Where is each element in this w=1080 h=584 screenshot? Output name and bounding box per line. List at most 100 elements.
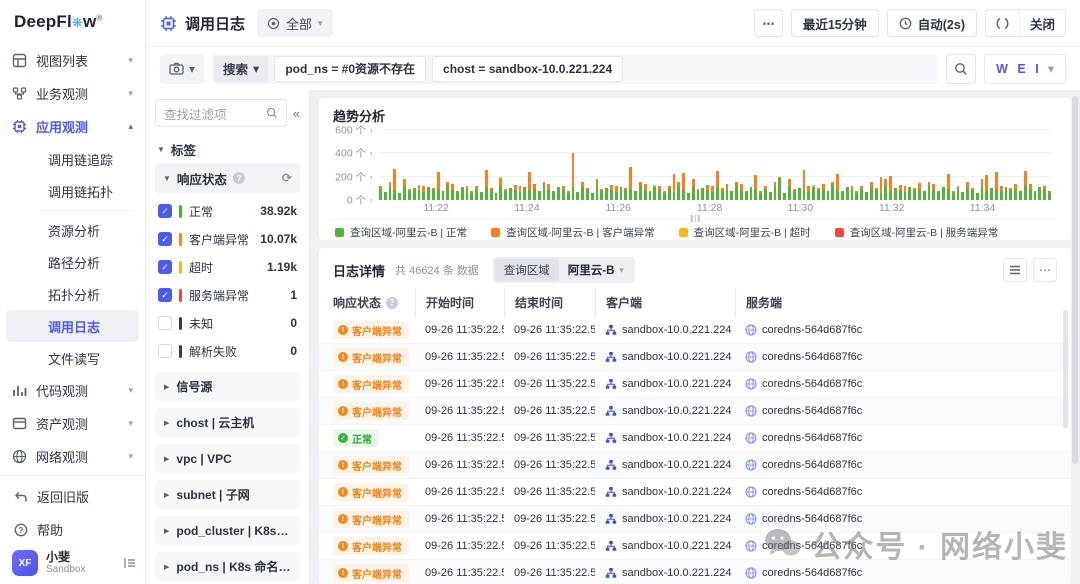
filter-group-3[interactable]: ▶subnet | 子网 (155, 480, 300, 509)
table-scrollbar[interactable] (1063, 310, 1068, 428)
search-button[interactable] (946, 54, 976, 84)
sidebar-subitem-1[interactable]: 调用链拓扑 (6, 175, 139, 207)
table-row[interactable]: !客户端异常09-26 11:35:22.54309-26 11:35:22.5… (319, 371, 1071, 398)
checkbox-checked-icon[interactable]: ✓ (158, 232, 172, 246)
sidebar-subitem-0[interactable]: 调用链追踪 (6, 143, 139, 175)
search-filter-chip-0[interactable]: pod_ns = #0资源不存在 (274, 56, 426, 82)
sidebar-item-4[interactable]: 资产观测▾ (0, 407, 145, 440)
page-scrollbar[interactable] (1072, 96, 1078, 464)
server-cell[interactable]: coredns-564d687f6c (735, 540, 1057, 552)
column-header-0[interactable]: 响应状态? (333, 288, 415, 317)
status-filter-4[interactable]: 未知0 (155, 309, 300, 337)
sidebar-item-2[interactable]: 应用观测▴ (0, 110, 145, 143)
auto-refresh-button[interactable]: 自动(2s) (887, 9, 977, 37)
legend-item-0[interactable]: 查询区域-阿里云-B | 正常 (335, 225, 467, 240)
sidebar-subitem-4[interactable]: 拓扑分析 (6, 278, 139, 310)
table-row[interactable]: !客户端异常09-26 11:35:22.54309-26 11:35:22.5… (319, 560, 1071, 584)
status-filter-2[interactable]: ✓超时1.19k (155, 253, 300, 281)
refresh-icon[interactable]: ⟳ (282, 171, 292, 185)
snapshot-button[interactable]: ▾ (160, 54, 204, 84)
footer-link-1[interactable]: ?帮助 (0, 513, 145, 546)
sidebar-item-5[interactable]: 网络观测▾ (0, 440, 145, 473)
table-more-button[interactable]: ⋯ (1033, 258, 1057, 282)
trend-chart[interactable]: 0 个 ↑200 个 ↑400 个 ↑600 个 ↑ (379, 130, 1051, 200)
client-cell[interactable]: sandbox-10.0.221.224 (595, 432, 735, 444)
tag-group-header[interactable]: ▼标签 (155, 135, 300, 163)
column-settings-button[interactable] (1003, 258, 1027, 282)
legend-item-3[interactable]: 查询区域-阿里云-B | 服务端异常 (835, 225, 999, 240)
checkbox-icon[interactable] (158, 344, 172, 358)
refresh-icon[interactable] (986, 10, 1019, 36)
time-range-button[interactable]: 最近15分钟 (791, 9, 879, 37)
sidebar-subitem-3[interactable]: 路径分析 (6, 246, 139, 278)
client-cell[interactable]: sandbox-10.0.221.224 (595, 405, 735, 417)
filter-group-1[interactable]: ▶chost | 云主机 (155, 408, 300, 437)
search-mode-dropdown[interactable]: 搜索▾ (214, 56, 268, 82)
server-cell[interactable]: coredns-564d687f6c (735, 486, 1057, 498)
column-header-2[interactable]: 结束时间 (504, 288, 595, 317)
sidebar-subitem-6[interactable]: 文件读写 (6, 342, 139, 374)
resize-grip[interactable] (687, 215, 704, 222)
sidebar-collapse-icon[interactable] (123, 556, 137, 570)
sidebar-item-0[interactable]: 视图列表▾ (0, 44, 145, 77)
table-row[interactable]: !客户端异常09-26 11:35:22.52509-26 11:35:22.5… (319, 398, 1071, 425)
table-row[interactable]: !客户端异常09-26 11:35:22.54409-26 11:35:22.5… (319, 344, 1071, 371)
sidebar-item-1[interactable]: 业务观测▾ (0, 77, 145, 110)
server-cell[interactable]: coredns-564d687f6c (735, 351, 1057, 363)
region-selector[interactable]: 阿里云-B▾ (559, 259, 633, 281)
table-row[interactable]: !客户端异常09-26 11:35:22.54409-26 11:35:22.5… (319, 479, 1071, 506)
status-group-header[interactable]: ▼ 响应状态 ? ⟳ (155, 163, 300, 193)
table-row[interactable]: !客户端异常09-26 11:35:22.54409-26 11:35:22.5… (319, 506, 1071, 533)
table-row[interactable]: ✓正常09-26 11:35:22.50409-26 11:35:22.504s… (319, 425, 1071, 452)
client-cell[interactable]: sandbox-10.0.221.224 (595, 567, 735, 579)
checkbox-checked-icon[interactable]: ✓ (158, 288, 172, 302)
filter-search-input[interactable]: 查找过滤项 (155, 99, 287, 127)
checkbox-checked-icon[interactable]: ✓ (158, 204, 172, 218)
sidebar-subitem-2[interactable]: 资源分析 (6, 214, 139, 246)
status-filter-0[interactable]: ✓正常38.92k (155, 197, 300, 225)
sidebar-item-3[interactable]: 代码观测▾ (0, 374, 145, 407)
server-cell[interactable]: coredns-564d687f6c (735, 513, 1057, 525)
server-cell[interactable]: coredns-564d687f6c (735, 432, 1057, 444)
user-menu-button[interactable]: W E I▾ (984, 54, 1066, 84)
column-header-1[interactable]: 开始时间 (415, 288, 504, 317)
client-cell[interactable]: sandbox-10.0.221.224 (595, 351, 735, 363)
search-input[interactable]: 搜索▾ pod_ns = #0资源不存在chost = sandbox-10.0… (212, 54, 938, 84)
status-filter-3[interactable]: ✓服务端异常1 (155, 281, 300, 309)
column-header-4[interactable]: 服务端 (735, 288, 1057, 317)
status-filter-5[interactable]: 解析失败0 (155, 337, 300, 365)
filter-group-0[interactable]: ▶信号源 (155, 372, 300, 401)
legend-item-2[interactable]: 查询区域-阿里云-B | 超时 (679, 225, 811, 240)
client-cell[interactable]: sandbox-10.0.221.224 (595, 513, 735, 525)
search-filter-chip-1[interactable]: chost = sandbox-10.0.221.224 (432, 56, 623, 82)
sidebar-subitem-5[interactable]: 调用日志 (6, 310, 139, 342)
checkbox-checked-icon[interactable]: ✓ (158, 260, 172, 274)
client-cell[interactable]: sandbox-10.0.221.224 (595, 324, 735, 336)
filter-group-2[interactable]: ▶vpc | VPC (155, 444, 300, 473)
status-filter-1[interactable]: ✓客户端异常10.07k (155, 225, 300, 253)
client-cell[interactable]: sandbox-10.0.221.224 (595, 378, 735, 390)
client-cell[interactable]: sandbox-10.0.221.224 (595, 486, 735, 498)
server-cell[interactable]: coredns-564d687f6c (735, 567, 1057, 579)
column-header-3[interactable]: 客户端 (595, 288, 735, 317)
table-row[interactable]: !客户端异常09-26 11:35:22.54409-26 11:35:22.5… (319, 317, 1071, 344)
client-cell[interactable]: sandbox-10.0.221.224 (595, 540, 735, 552)
footer-link-0[interactable]: 返回旧版 (0, 480, 145, 513)
server-cell[interactable]: coredns-564d687f6c (735, 324, 1057, 336)
server-cell[interactable]: coredns-564d687f6c (735, 459, 1057, 471)
client-cell[interactable]: sandbox-10.0.221.224 (595, 459, 735, 471)
table-row[interactable]: !客户端异常09-26 11:35:22.54409-26 11:35:22.5… (319, 452, 1071, 479)
filter-group-4[interactable]: ▶pod_cluster | K8s 容器... (155, 516, 300, 545)
legend-item-1[interactable]: 查询区域-阿里云-B | 客户端异常 (491, 225, 655, 240)
header-more-button[interactable]: ⋯ (754, 9, 783, 37)
panel-collapse-button[interactable]: « (293, 106, 300, 121)
close-button[interactable]: 关闭 (1019, 10, 1065, 36)
scope-selector[interactable]: 全部▾ (257, 9, 333, 37)
checkbox-icon[interactable] (158, 316, 172, 330)
server-cell[interactable]: coredns-564d687f6c (735, 378, 1057, 390)
user-row[interactable]: XF 小斐 Sandbox (0, 546, 145, 576)
table-row[interactable]: !客户端异常09-26 11:35:22.54409-26 11:35:22.5… (319, 533, 1071, 560)
filter-group-5[interactable]: ▶pod_ns | K8s 命名空间 (155, 552, 300, 581)
region-segment-label[interactable]: 查询区域 (495, 259, 559, 281)
server-cell[interactable]: coredns-564d687f6c (735, 405, 1057, 417)
